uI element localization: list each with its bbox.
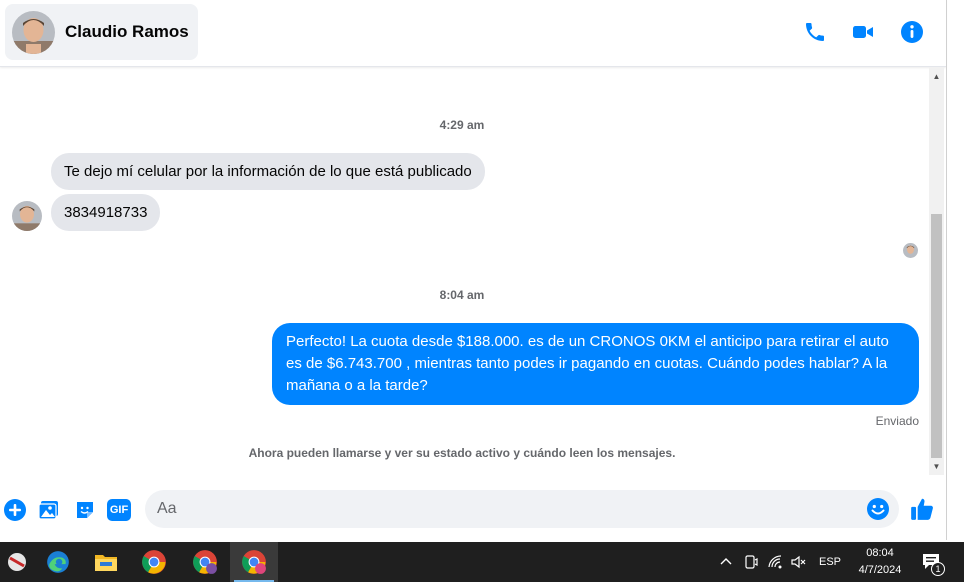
- chrome-icon: [142, 550, 166, 574]
- message-input[interactable]: [157, 490, 857, 528]
- chat-header: Claudio Ramos: [0, 0, 946, 67]
- message-timestamp: 4:29 am: [439, 118, 485, 132]
- tray-volume[interactable]: [790, 542, 808, 582]
- speaker-muted-icon: [791, 555, 806, 569]
- contact-card[interactable]: Claudio Ramos: [5, 4, 198, 60]
- tray-language[interactable]: ESP: [819, 542, 841, 582]
- photo-gallery-icon[interactable]: [37, 498, 61, 522]
- clock-date: 4/7/2024: [858, 564, 902, 576]
- taskbar-chrome-profile-2[interactable]: [230, 542, 278, 582]
- gif-icon[interactable]: GIF: [107, 499, 131, 521]
- edge-browser-icon: [47, 551, 69, 573]
- notification-badge: 1: [931, 562, 945, 576]
- sender-avatar[interactable]: [12, 201, 42, 231]
- tray-network[interactable]: [767, 542, 785, 582]
- video-call-icon[interactable]: [851, 20, 875, 44]
- contact-name[interactable]: Claudio Ramos: [65, 22, 189, 42]
- outgoing-message[interactable]: Perfecto! La cuota desde $188.000. es de…: [272, 323, 919, 405]
- messages-scrollbar[interactable]: ▲ ▼: [929, 67, 944, 475]
- sticker-icon[interactable]: [73, 498, 97, 522]
- taskbar-chrome-profile-1[interactable]: [181, 542, 229, 582]
- emoji-icon[interactable]: [866, 497, 890, 521]
- incoming-message[interactable]: Te dejo mí celular por la información de…: [51, 153, 485, 190]
- chevron-up-icon[interactable]: [718, 554, 734, 570]
- clock-time: 08:04: [866, 547, 894, 559]
- chat-info-notice: Ahora pueden llamarse y ver su estado ac…: [248, 446, 676, 460]
- message-composer: GIF: [0, 484, 946, 538]
- thumbs-up-icon[interactable]: [909, 496, 935, 522]
- message-input-wrapper[interactable]: [145, 490, 899, 528]
- scroll-up-arrow-icon[interactable]: ▲: [929, 69, 944, 83]
- window-edge: [946, 0, 947, 540]
- scrollbar-thumb[interactable]: [931, 214, 942, 458]
- device-icon: [745, 555, 758, 569]
- app-icon: [8, 553, 26, 571]
- taskbar-app-partial[interactable]: [0, 542, 34, 582]
- input-language[interactable]: ESP: [819, 556, 841, 568]
- system-tray: [718, 542, 734, 582]
- scroll-down-arrow-icon[interactable]: ▼: [929, 459, 944, 473]
- taskbar-edge[interactable]: [34, 542, 82, 582]
- message-timestamp: 8:04 am: [439, 288, 485, 302]
- windows-taskbar: ESP 08:04 4/7/2024 1: [0, 542, 964, 582]
- folder-icon: [95, 555, 117, 571]
- phone-call-icon[interactable]: [803, 20, 827, 44]
- taskbar-file-explorer[interactable]: [82, 542, 130, 582]
- taskbar-clock[interactable]: 08:04 4/7/2024: [852, 545, 908, 579]
- info-icon[interactable]: [900, 20, 924, 44]
- wifi-icon: [768, 555, 782, 569]
- read-receipt-avatar: [903, 243, 918, 258]
- tray-notifications[interactable]: 1: [921, 542, 945, 582]
- taskbar-chrome[interactable]: [130, 542, 178, 582]
- chrome-profile-icon: [242, 550, 266, 574]
- contact-avatar[interactable]: [12, 10, 55, 54]
- chrome-profile-icon: [193, 550, 217, 574]
- message-status: Enviado: [875, 414, 919, 428]
- incoming-message[interactable]: 3834918733: [51, 194, 161, 231]
- tray-meet-now[interactable]: [743, 542, 759, 582]
- plus-circle-icon[interactable]: [3, 498, 27, 522]
